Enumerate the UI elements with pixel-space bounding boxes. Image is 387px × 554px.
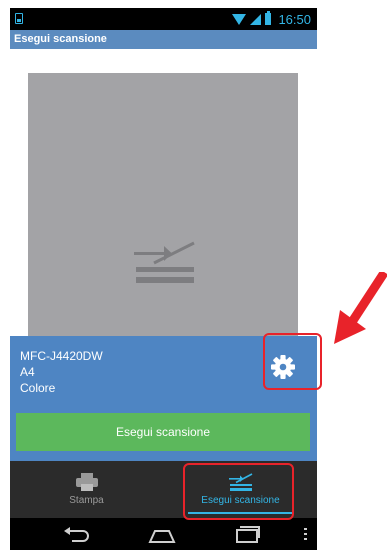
action-bar-title: Esegui scansione — [14, 33, 107, 45]
home-icon[interactable] — [147, 524, 177, 544]
settings-highlight-box — [263, 333, 322, 390]
red-arrow-icon — [334, 272, 387, 344]
screenshot-icon — [15, 13, 23, 24]
system-navigation-bar — [10, 518, 317, 550]
device-name: MFC-J4420DW — [20, 349, 103, 363]
scanner-icon — [134, 241, 195, 283]
scan-button[interactable]: Esegui scansione — [16, 413, 310, 451]
color-mode: Colore — [20, 381, 56, 395]
status-icons: 16:50 — [232, 11, 311, 27]
overflow-menu-icon[interactable] — [304, 528, 307, 540]
tab-stampa-label: Stampa — [69, 495, 104, 506]
scan-screen: MFC-J4420DW A4 Colore Esegui scansione — [10, 49, 317, 461]
tab-stampa[interactable]: Stampa — [10, 461, 163, 518]
signal-icon — [250, 13, 262, 25]
scan-preview-area[interactable] — [28, 73, 298, 361]
paper-size: A4 — [20, 365, 35, 379]
action-bar: Esegui scansione — [10, 30, 317, 49]
scan-tab-highlight-box — [183, 463, 294, 520]
status-time: 16:50 — [278, 11, 311, 27]
printer-icon — [75, 473, 98, 491]
status-bar: 16:50 — [10, 8, 317, 30]
recent-apps-icon[interactable] — [232, 524, 262, 544]
battery-icon — [265, 11, 272, 25]
device-info: MFC-J4420DW A4 Colore — [20, 348, 103, 396]
back-icon[interactable] — [62, 524, 92, 544]
wifi-icon — [232, 13, 247, 25]
